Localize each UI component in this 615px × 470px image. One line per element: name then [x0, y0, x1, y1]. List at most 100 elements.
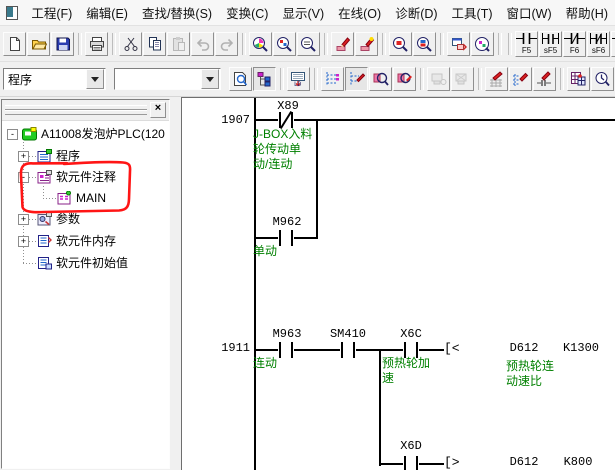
tree-item-label: 参数 [56, 212, 80, 227]
menu-view[interactable]: 显示(V) [275, 0, 331, 25]
tree-item-label: 程序 [56, 149, 80, 164]
open-project-button[interactable] [27, 32, 50, 56]
menu-convert[interactable]: 变换(C) [219, 0, 275, 25]
no-contact-x6d [403, 456, 419, 470]
no-contact-sm410 [340, 342, 356, 358]
operand: D612 [504, 455, 544, 469]
toolbar-separator [508, 33, 512, 55]
menu-edit[interactable]: 编辑(E) [79, 0, 135, 25]
operand: K1300 [557, 341, 605, 355]
menu-online[interactable]: 在线(O) [331, 0, 388, 25]
tree-item-program[interactable]: + 程序 [2, 148, 170, 165]
paste-button[interactable] [167, 32, 190, 56]
ladder-editor-canvas[interactable]: 1907 X89 J-BOX入料 轮传动单 动/连动 M962 单动 1911 … [181, 97, 615, 470]
tree-item-device-memory[interactable]: + 软元件内存 [2, 233, 170, 250]
copy-button[interactable] [143, 32, 166, 56]
contact-label: X6D [388, 439, 434, 453]
branch-line [379, 349, 381, 466]
ladder-symbol-open-contact-button[interactable]: F5 [515, 31, 538, 57]
save-floppy-icon [55, 36, 71, 52]
program-icon [37, 149, 52, 163]
red-pen-star-icon [359, 36, 375, 52]
main-toolbar: F5 sF5 F6 sF6 F7 F8 [0, 26, 615, 62]
skip-execution-button[interactable] [533, 67, 556, 91]
cascade-window-button[interactable] [447, 32, 470, 56]
panel-grip[interactable] [5, 110, 147, 115]
save-project-button[interactable] [51, 32, 74, 56]
ladder-monitor-button[interactable]: LD [287, 67, 310, 91]
insert-mode-button[interactable] [355, 32, 378, 56]
monitor-stop-button[interactable] [451, 67, 474, 91]
contact-pen-icon [536, 71, 553, 87]
menu-tools[interactable]: 工具(T) [445, 0, 500, 25]
tree-item-parameter[interactable]: + 参数 [2, 211, 170, 228]
write-mode-button[interactable] [331, 32, 354, 56]
expander-icon[interactable]: - [18, 172, 29, 183]
program-combobox[interactable]: 程序 [3, 68, 106, 90]
find-device-button[interactable] [273, 32, 296, 56]
menu-find-replace[interactable]: 查找/替换(S) [135, 0, 219, 25]
expander-icon[interactable]: + [18, 151, 29, 162]
close-panel-button[interactable]: × [150, 102, 166, 118]
print-button[interactable] [85, 32, 108, 56]
device-comment: J-BOX入料 轮传动单 动/连动 [253, 127, 312, 172]
chevron-down-icon [206, 77, 214, 82]
tree-panel-titlebar[interactable]: × [2, 100, 169, 121]
project-tree-toggle-button[interactable] [253, 67, 276, 91]
tree-item-device-initial-value[interactable]: 软元件初始值 [2, 255, 170, 272]
tree-item-device-comment[interactable]: - 软元件注释 [2, 169, 170, 186]
comment-display-button[interactable] [229, 67, 252, 91]
monitor-start-button[interactable] [427, 67, 450, 91]
ladder-symbol-parallel-open-button[interactable]: sF5 [539, 31, 562, 57]
cascade-window-icon [451, 36, 467, 52]
zoom-box-2-icon [416, 36, 433, 52]
monitor-condition-button[interactable] [591, 67, 614, 91]
expander-icon[interactable]: + [18, 214, 29, 225]
ladder-symbol-closed-contact-button[interactable]: F6 [563, 31, 586, 57]
tree-item-project-root[interactable]: - A11008发泡炉PLC(120 [2, 126, 170, 143]
branch-line [316, 119, 318, 239]
device-batch-button[interactable] [509, 67, 532, 91]
contact-label: M963 [264, 327, 310, 341]
compare-op: [< [444, 341, 460, 356]
mdi-window-icon[interactable] [6, 6, 18, 20]
undo-button[interactable] [191, 32, 214, 56]
new-project-button[interactable] [3, 32, 26, 56]
ladder-symbol-parallel-closed-button[interactable]: sF6 [587, 31, 610, 57]
expander-icon[interactable]: + [18, 236, 29, 247]
device-test-button[interactable] [485, 67, 508, 91]
document-find-icon [232, 71, 249, 87]
zoom-region-2-button[interactable] [413, 32, 436, 56]
find-button[interactable] [249, 32, 272, 56]
device-comment: 预热轮连 动速比 [506, 359, 554, 389]
menu-window[interactable]: 窗口(W) [500, 0, 559, 25]
tree-item-main[interactable]: MAIN [2, 190, 170, 207]
find-icon [252, 36, 269, 52]
program-combobox-dropdown[interactable] [86, 69, 104, 89]
find-ladder-button[interactable] [369, 67, 392, 91]
toolbar-separator [78, 33, 82, 55]
redo-button[interactable] [215, 32, 238, 56]
open-folder-icon [31, 36, 47, 52]
grid-window-icon [570, 71, 587, 87]
expander-icon[interactable]: - [7, 129, 18, 140]
fkey-label: F6 [570, 47, 579, 55]
search-combobox[interactable] [114, 68, 221, 90]
ladder-edit-button[interactable] [345, 67, 368, 91]
menu-bar: 工程(F) 编辑(E) 查找/替换(S) 变换(C) 显示(V) 在线(O) 诊… [0, 0, 615, 26]
ladder-symbol-coil-button[interactable]: F7 [611, 31, 615, 57]
menu-diagnostics[interactable]: 诊断(D) [388, 0, 444, 25]
find-string-button[interactable] [297, 32, 320, 56]
parallel-open-contact-icon [540, 33, 561, 44]
menu-project[interactable]: 工程(F) [24, 0, 79, 25]
ladder-list-button[interactable] [321, 67, 344, 91]
menu-help[interactable]: 帮助(H) [559, 0, 615, 25]
toolbar-separator [420, 68, 424, 90]
zoom-region-button[interactable] [389, 32, 412, 56]
search-combobox-dropdown[interactable] [201, 69, 219, 89]
find-ladder-2-button[interactable] [393, 67, 416, 91]
cut-button[interactable] [119, 32, 142, 56]
project-data-list-button[interactable] [471, 32, 494, 56]
scissors-icon [123, 36, 139, 52]
program-list-button[interactable] [567, 67, 590, 91]
